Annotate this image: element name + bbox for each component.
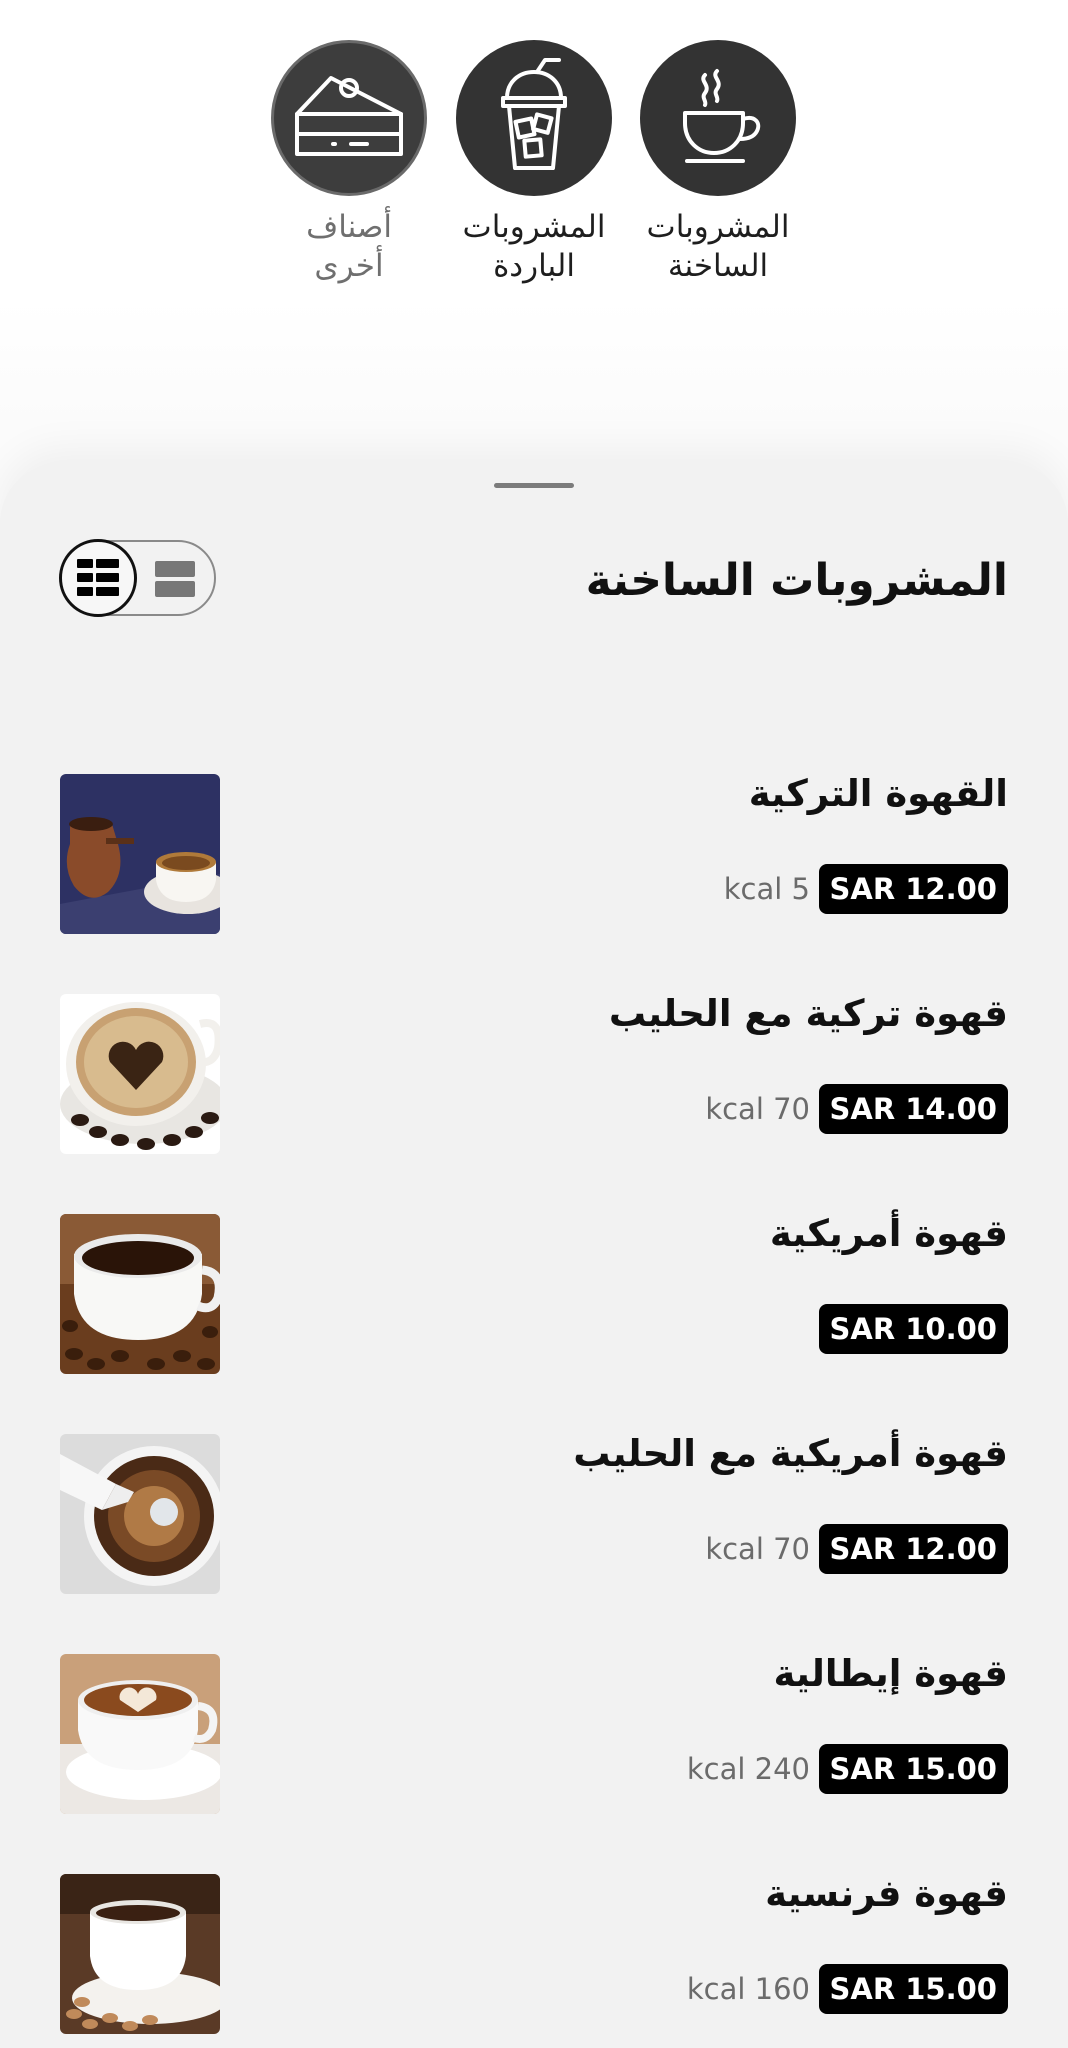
calories-label: kcal 70 [705,1092,810,1126]
calories-label: kcal 160 [686,1972,810,2006]
list-view-icon[interactable] [59,539,137,617]
calories-label: kcal 70 [705,1532,810,1566]
item-photo-turkish-coffee-milk [60,994,220,1154]
item-photo-italian-coffee [60,1654,220,1814]
category-label-line2: الساخنة [667,248,769,284]
item-photo-turkish-coffee [60,774,220,934]
menu-item[interactable]: القهوة التركية SAR 12.00 kcal 5 [60,772,1008,934]
category-label-line1: أصناف [306,209,392,245]
menu-item[interactable]: قهوة إيطالية SAR 15.00 kcal 240 [60,1652,1008,1814]
item-name: القهوة التركية [748,772,1008,815]
category-hot-drinks[interactable]: المشروبات الساخنة [628,40,808,286]
item-photo-americano [60,1214,220,1374]
hot-cup-icon [640,40,796,196]
view-mode-toggle[interactable] [59,539,216,617]
price-badge: SAR 14.00 [818,1084,1008,1134]
price-badge: SAR 15.00 [818,1964,1008,2014]
item-name: قهوة أمريكية مع الحليب [573,1432,1008,1475]
price-badge: SAR 15.00 [818,1744,1008,1794]
category-other-items[interactable]: أصناف أخرى [259,40,439,286]
calories-label: kcal 5 [723,872,810,906]
menu-item[interactable]: قهوة تركية مع الحليب SAR 14.00 kcal 70 [60,992,1008,1154]
category-label-line1: المشروبات [646,209,790,245]
menu-item[interactable]: قهوة أمريكية SAR 10.00 [60,1212,1008,1374]
menu-item[interactable]: قهوة أمريكية مع الحليب SAR 12.00 kcal 70 [60,1432,1008,1594]
category-label-line2: أخرى [314,248,384,284]
item-name: قهوة أمريكية [769,1212,1008,1255]
sheet-drag-handle[interactable] [494,483,574,488]
category-label: المشروبات الباردة [444,208,624,286]
item-name: قهوة فرنسية [765,1872,1008,1915]
category-label: المشروبات الساخنة [628,208,808,286]
category-label-line2: الباردة [493,248,575,284]
price-badge: SAR 12.00 [818,864,1008,914]
item-name: قهوة إيطالية [773,1652,1008,1695]
menu-sheet: المشروبات الساخنة القهوة التركية SAR 12.… [0,463,1068,2048]
price-badge: SAR 12.00 [818,1524,1008,1574]
menu-item[interactable]: قهوة فرنسية SAR 15.00 kcal 160 [60,1872,1008,2034]
section-title: المشروبات الساخنة [585,555,1008,606]
item-photo-americano-milk [60,1434,220,1594]
category-label: أصناف أخرى [259,208,439,286]
menu-page: المشروبات الساخنة المشروبات الباردة أصنا… [0,0,1068,2048]
cake-slice-icon [271,40,427,196]
item-photo-french-coffee [60,1874,220,2034]
category-cold-drinks[interactable]: المشروبات الباردة [444,40,624,286]
calories-label: kcal 240 [686,1752,810,1786]
iced-drink-icon [456,40,612,196]
category-label-line1: المشروبات [462,209,606,245]
price-badge: SAR 10.00 [818,1304,1008,1354]
card-view-icon[interactable] [154,560,196,598]
item-name: قهوة تركية مع الحليب [608,992,1008,1035]
